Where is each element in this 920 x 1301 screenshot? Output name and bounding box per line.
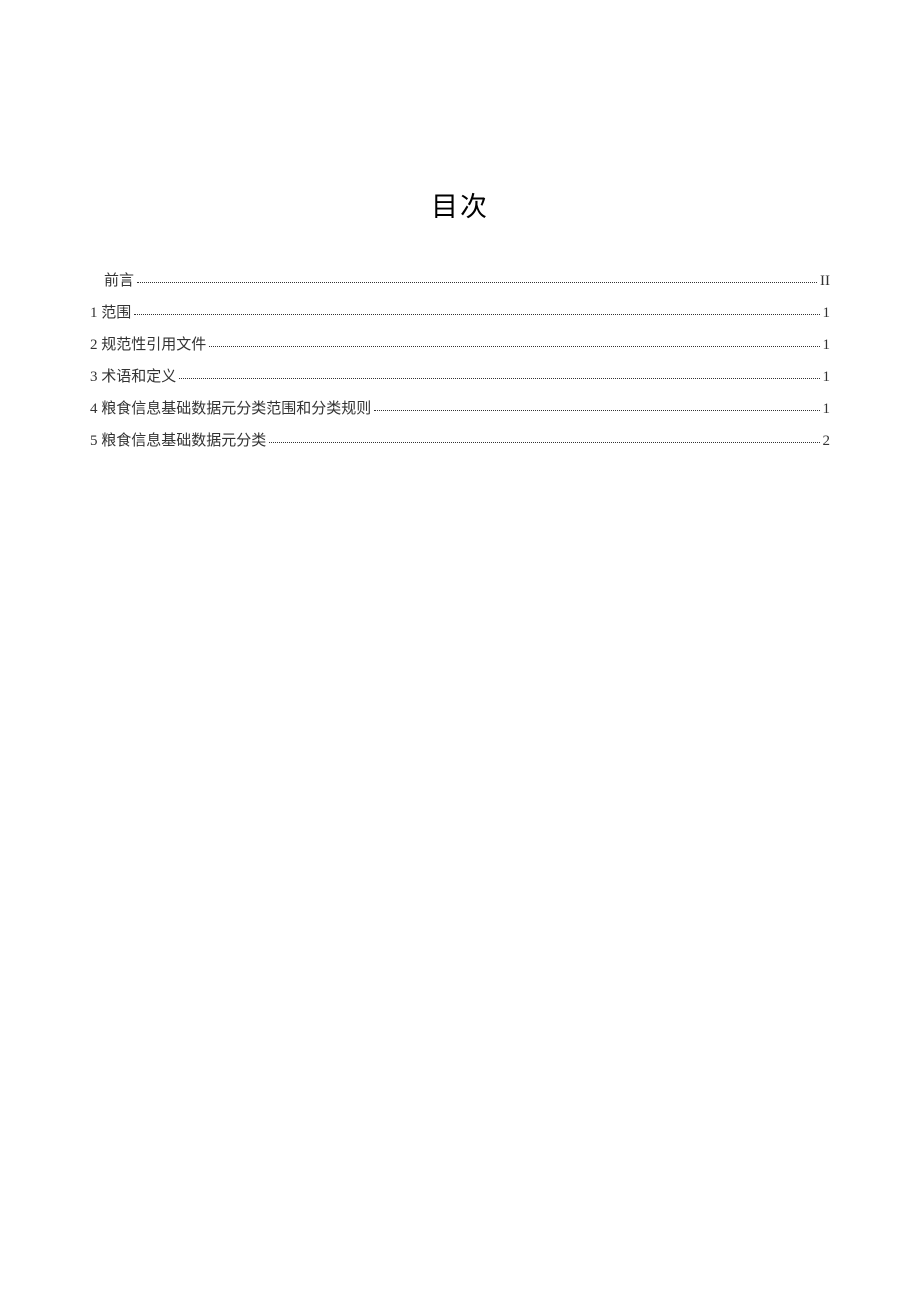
toc-entry-page: 1 xyxy=(823,402,831,417)
toc-entry-label: 2 规范性引用文件 xyxy=(90,338,206,353)
document-page: 目次 前言 II 1 范围 1 2 规范性引用文件 1 3 术语和定义 1 4 … xyxy=(0,0,920,449)
toc-dot-leader xyxy=(137,282,817,283)
toc-title: 目次 xyxy=(90,185,830,224)
toc-entry-label: 4 粮食信息基础数据元分类范围和分类规则 xyxy=(90,402,371,417)
toc-entry: 4 粮食信息基础数据元分类范围和分类规则 1 xyxy=(90,402,830,417)
toc-dot-leader xyxy=(134,314,819,315)
toc-entry: 3 术语和定义 1 xyxy=(90,370,830,385)
toc-entry: 5 粮食信息基础数据元分类 2 xyxy=(90,434,830,449)
toc-dot-leader xyxy=(269,442,819,443)
toc-dot-leader xyxy=(374,410,819,411)
toc-entry: 2 规范性引用文件 1 xyxy=(90,338,830,353)
toc-entry-page: 1 xyxy=(823,370,831,385)
toc-entry-label: 5 粮食信息基础数据元分类 xyxy=(90,434,266,449)
toc-entry-label: 3 术语和定义 xyxy=(90,370,176,385)
toc-dot-leader xyxy=(179,378,819,379)
toc-entry-page: 1 xyxy=(823,306,831,321)
toc-list: 前言 II 1 范围 1 2 规范性引用文件 1 3 术语和定义 1 4 粮食信… xyxy=(90,274,830,449)
toc-dot-leader xyxy=(209,346,819,347)
toc-entry-page: 1 xyxy=(823,338,831,353)
toc-entry-label: 前言 xyxy=(90,274,134,289)
toc-entry: 前言 II xyxy=(90,274,830,289)
toc-entry-page: II xyxy=(820,274,830,289)
toc-entry-page: 2 xyxy=(823,434,831,449)
toc-entry-label: 1 范围 xyxy=(90,306,131,321)
toc-entry: 1 范围 1 xyxy=(90,306,830,321)
